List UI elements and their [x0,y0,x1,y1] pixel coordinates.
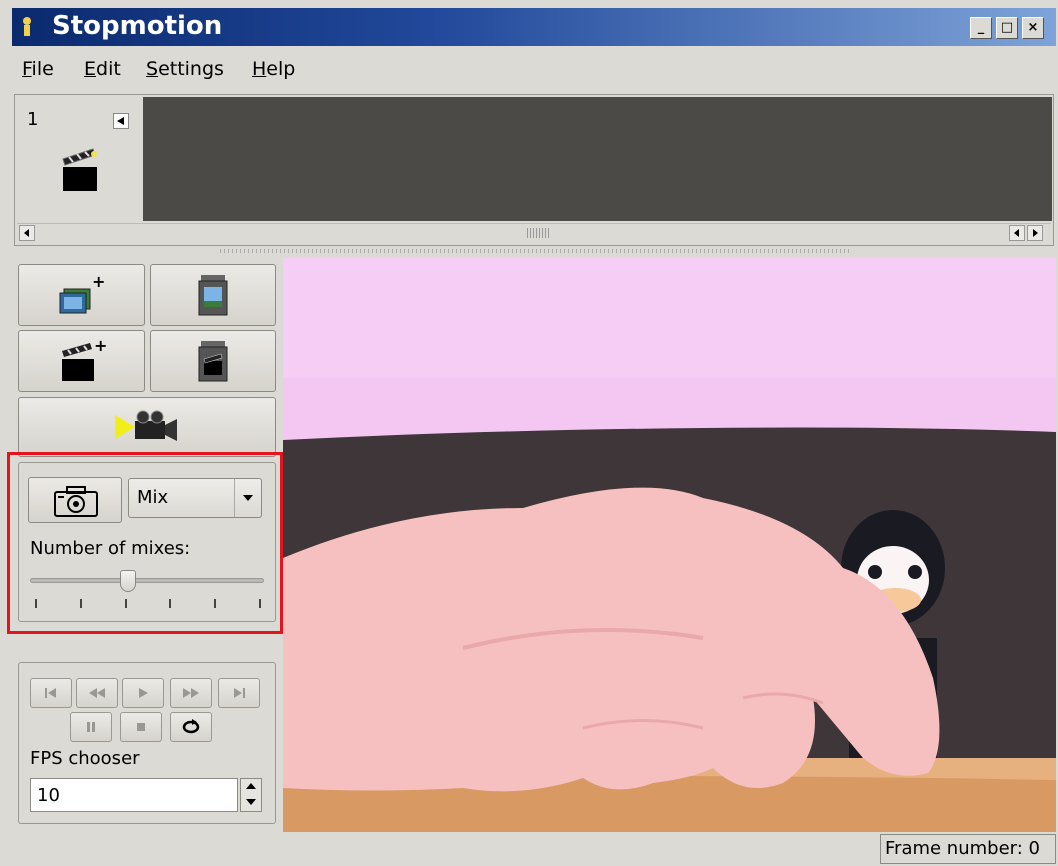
timeline-scrollbar[interactable] [17,223,1051,242]
scroll-left-end-arrow-icon[interactable] [1009,225,1025,241]
camera-frame-image [283,258,1056,832]
new-scene-button[interactable]: + [18,330,145,392]
scroll-left-arrow-icon[interactable] [19,225,35,241]
stop-button[interactable] [120,712,162,742]
trash-scene-icon [198,341,228,382]
play-button[interactable] [122,678,164,708]
loop-icon [182,719,200,734]
remove-frames-button[interactable] [150,264,276,326]
slider-tick [259,599,261,608]
frame-strip[interactable] [143,97,1052,221]
mixes-slider[interactable] [30,578,264,583]
mixes-slider-handle[interactable] [119,570,136,592]
fps-label: FPS chooser [30,748,140,769]
frame-number-status: Frame number: 0 [880,834,1056,864]
trash-image-icon [198,275,228,316]
stop-icon [137,723,145,731]
scene-thumbnail[interactable]: 1 [17,97,143,221]
next-frame-button[interactable] [170,678,212,708]
pause-button[interactable] [70,712,112,742]
scroll-right-arrow-icon[interactable] [1027,225,1043,241]
loop-button[interactable] [170,712,212,742]
video-camera-icon [115,410,177,441]
add-frames-icon: + [59,275,105,314]
scrollbar-grip[interactable] [527,228,549,238]
title-bar[interactable]: Stopmotion _ □ × [12,8,1056,46]
fast-forward-icon [183,688,199,698]
view-mode-select[interactable]: Mix [128,478,262,518]
camera-view [283,258,1056,832]
menu-bar: File Edit Settings Help [12,47,1056,91]
slider-tick [214,599,217,608]
app-icon [23,17,31,36]
menu-edit[interactable]: Edit [84,58,121,80]
maximize-button[interactable]: □ [996,17,1018,39]
scene-number: 1 [27,109,39,130]
fps-input[interactable] [30,778,238,812]
svg-text:+: + [94,339,106,355]
mixes-label: Number of mixes: [30,538,191,559]
clapperboard-icon [62,148,97,191]
menu-settings[interactable]: Settings [146,58,224,80]
minimize-button[interactable]: _ [970,17,992,39]
slider-tick [169,599,172,608]
pause-icon [87,722,95,732]
slider-tick [124,599,127,608]
first-frame-button[interactable] [30,678,72,708]
menu-file[interactable]: File [22,58,54,80]
rewind-icon [89,688,105,698]
spin-up-icon[interactable] [246,783,256,789]
spin-down-icon[interactable] [246,799,256,805]
fps-spinner[interactable] [240,778,262,812]
start-camera-button[interactable] [18,397,276,457]
remove-scene-button[interactable] [150,330,276,392]
camera-icon [54,486,98,517]
menu-help[interactable]: Help [252,58,295,80]
add-frames-button[interactable]: + [18,264,145,326]
previous-frame-button[interactable] [76,678,118,708]
play-icon [139,688,148,698]
skip-last-icon [234,688,245,698]
frame-timeline[interactable]: 1 [14,94,1054,246]
panel-splitter[interactable] [220,249,850,253]
slider-tick [79,599,82,608]
new-scene-clapperboard-icon: + [61,339,106,381]
svg-text:+: + [92,275,105,291]
view-mode-value: Mix [137,487,169,508]
capture-frame-button[interactable] [28,477,122,523]
skip-first-icon [45,688,56,698]
window-title: Stopmotion [52,11,223,41]
close-button[interactable]: × [1022,17,1044,39]
chevron-down-icon[interactable] [234,479,261,517]
slider-tick [35,599,37,608]
scene-collapse-arrow-icon[interactable] [113,113,129,129]
last-frame-button[interactable] [218,678,260,708]
